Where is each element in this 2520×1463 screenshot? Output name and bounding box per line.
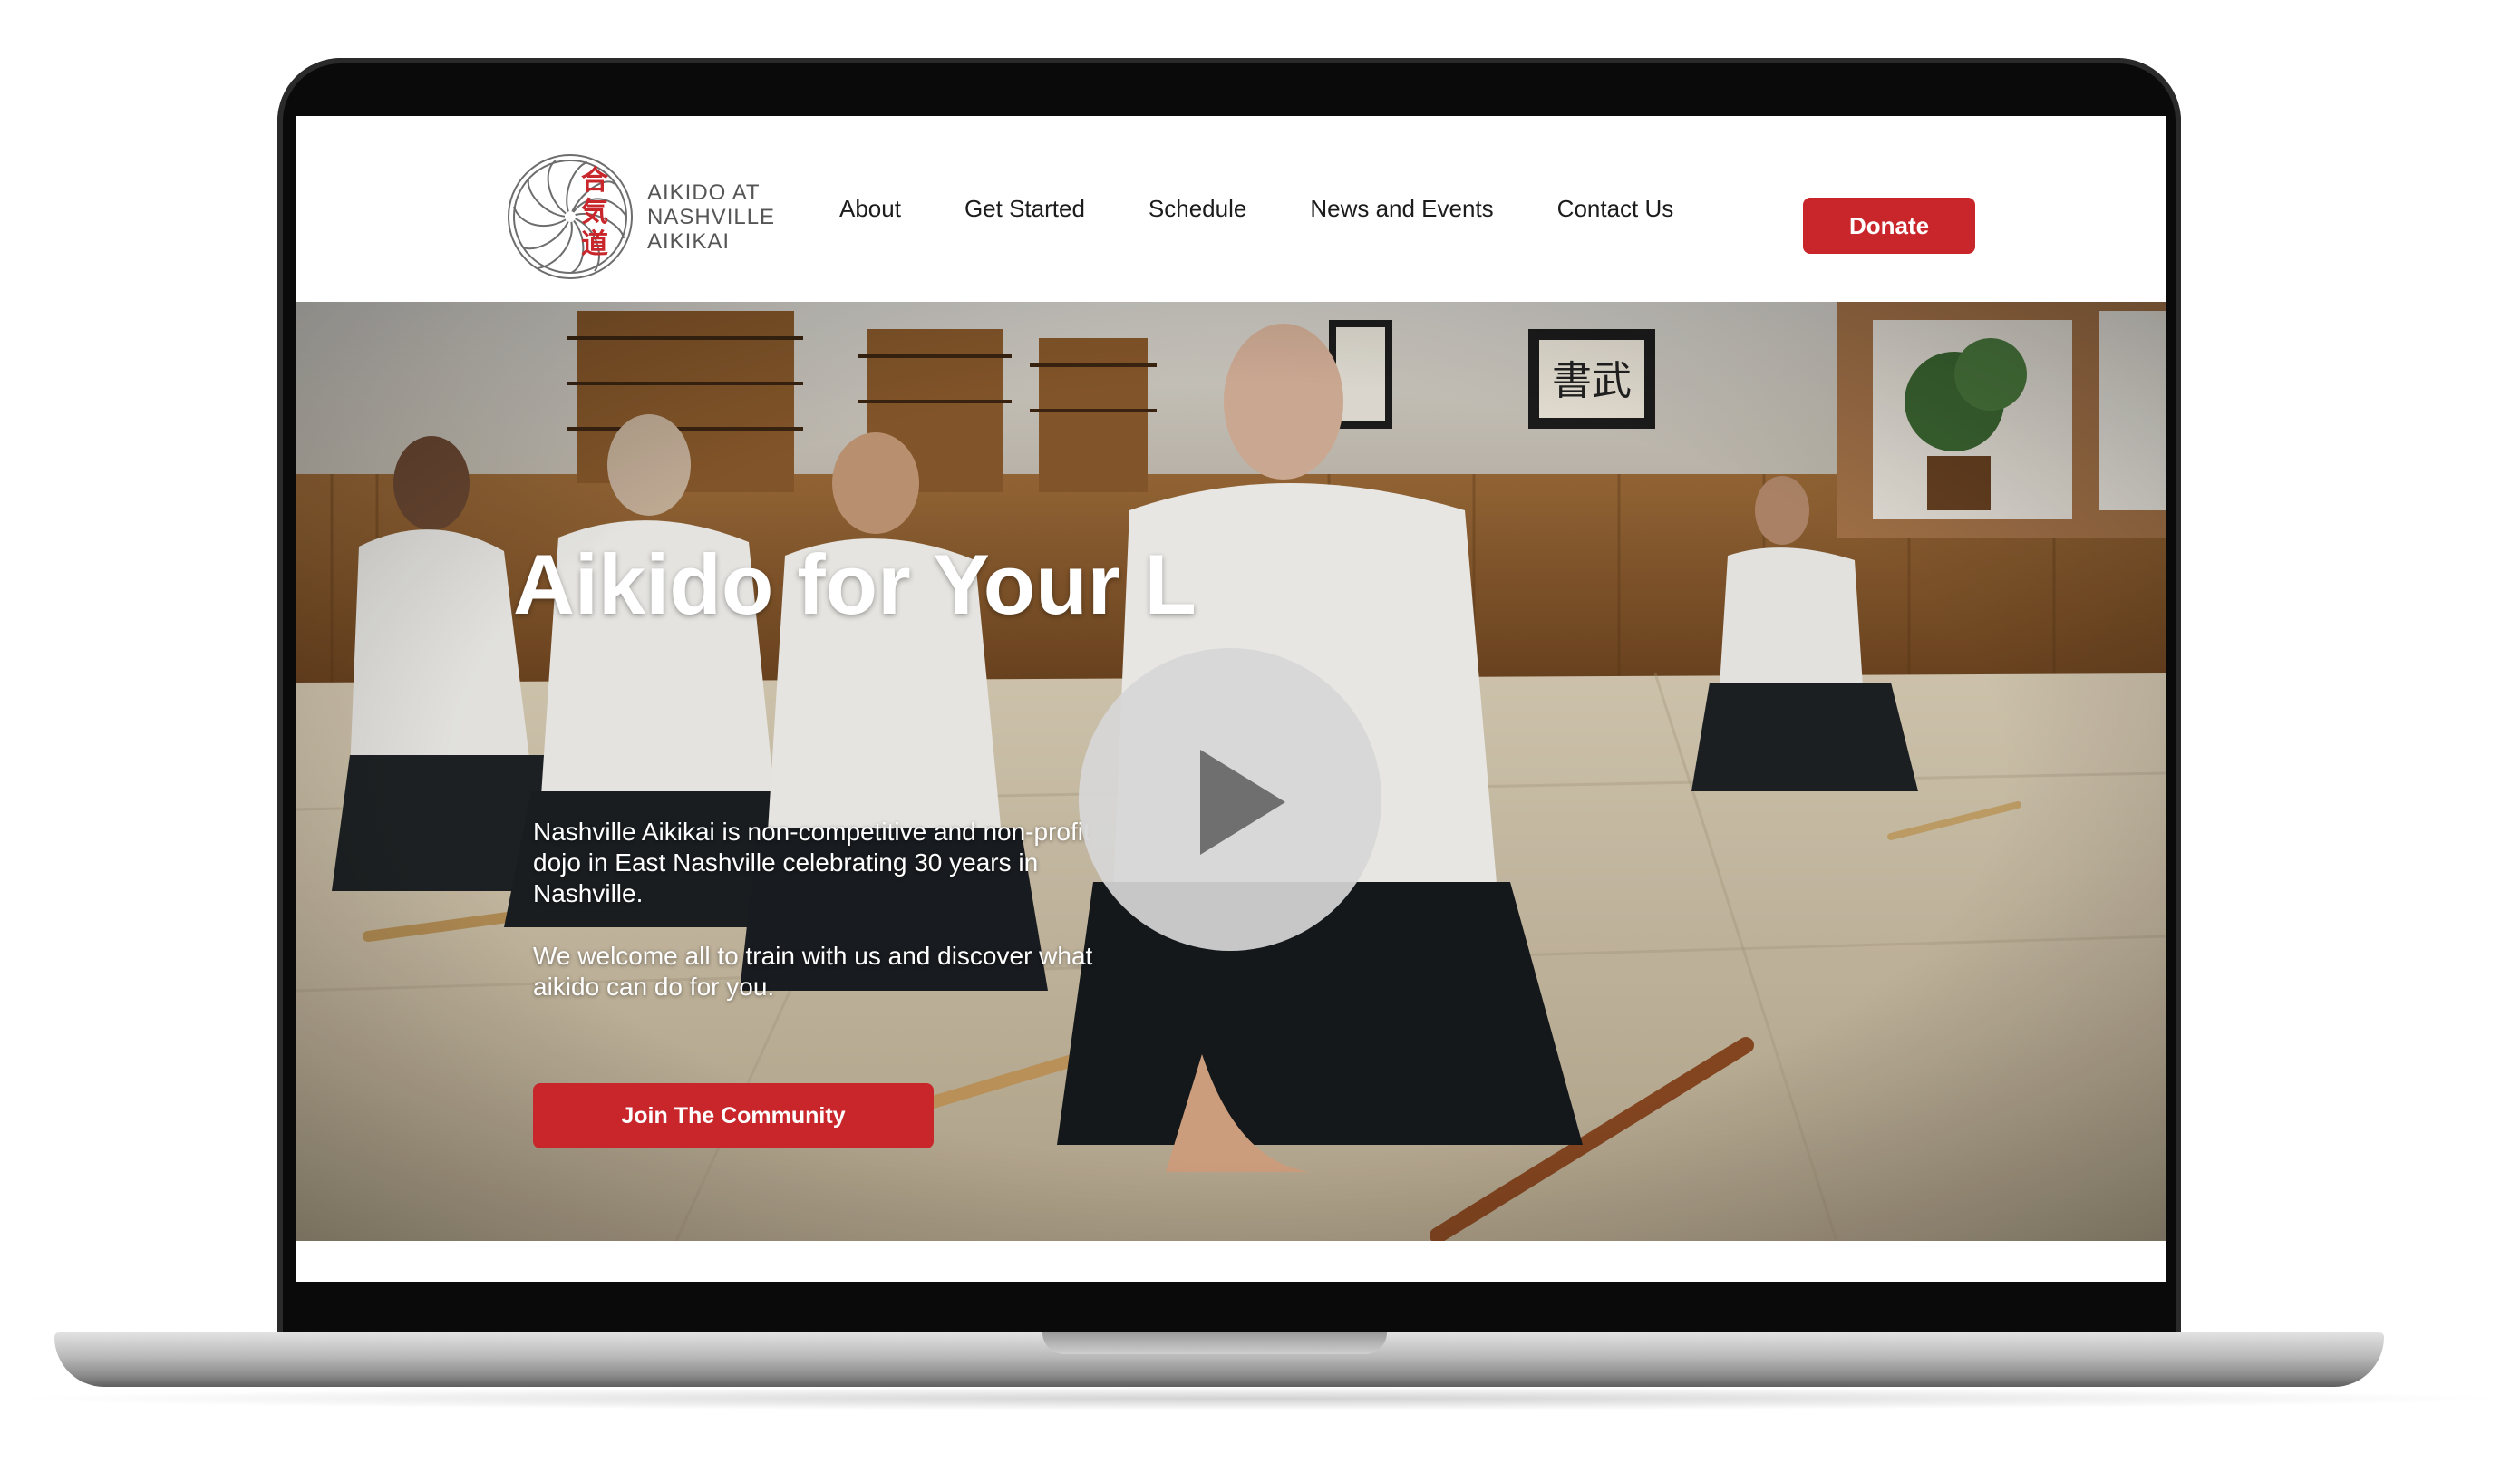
main-nav: About Get Started Schedule News and Even… [839, 116, 1673, 302]
site-logo[interactable]: 合 気 道 AIKIDO AT NASHVILLE AIKIKAI [506, 152, 775, 281]
logo-kanji-2: 気 [581, 197, 608, 228]
laptop-notch [1042, 1332, 1387, 1354]
laptop-screen: 合 気 道 AIKIDO AT NASHVILLE AIKIKAI About … [296, 116, 2166, 1282]
donate-button[interactable]: Donate [1803, 198, 1975, 254]
logo-text-line-1: AIKIDO AT [647, 179, 761, 205]
logo-text-line-3: AIKIKAI [647, 228, 731, 254]
logo-kanji: 合 気 道 [581, 165, 608, 260]
site-header: 合 気 道 AIKIDO AT NASHVILLE AIKIKAI About … [296, 116, 2166, 302]
logo-kanji-3: 道 [581, 228, 608, 260]
hero-section: 書武 [296, 302, 2166, 1241]
nav-link-get-started[interactable]: Get Started [964, 195, 1085, 223]
hero-description: Nashville Aikikai is non-competitive and… [533, 818, 1090, 907]
hero-title: Aikido for Your L [513, 537, 1197, 632]
nav-link-news-and-events[interactable]: News and Events [1310, 195, 1493, 223]
hero-welcome-text: We welcome all to train with us and disc… [533, 942, 1093, 1001]
join-community-button[interactable]: Join The Community [533, 1083, 934, 1148]
spiral-logo-icon: 合 気 道 [506, 152, 635, 281]
nav-link-schedule[interactable]: Schedule [1149, 195, 1246, 223]
logo-kanji-1: 合 [581, 165, 608, 197]
nav-link-contact-us[interactable]: Contact Us [1557, 195, 1674, 223]
nav-link-about[interactable]: About [839, 195, 901, 223]
play-icon [1200, 750, 1285, 855]
page-bottom-strip [296, 1241, 2166, 1282]
logo-text: AIKIDO AT NASHVILLE AIKIKAI [647, 180, 775, 254]
logo-text-line-2: NASHVILLE [647, 204, 776, 229]
laptop-shadow [0, 1387, 2520, 1410]
play-video-button[interactable] [1079, 648, 1381, 951]
